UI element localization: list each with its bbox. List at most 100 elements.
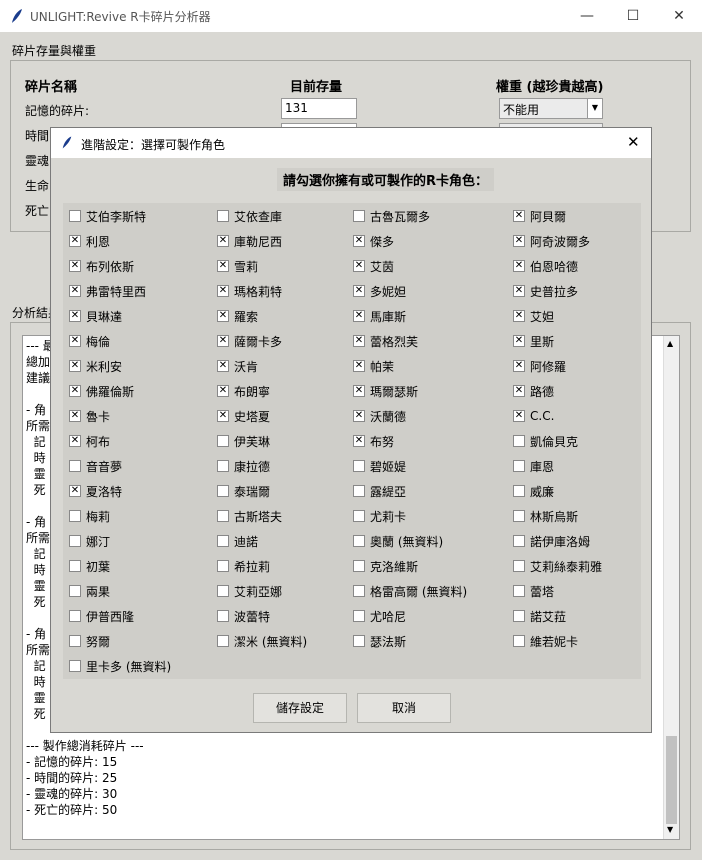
character-checkbox[interactable]: ✕ 沃蘭德 [353,407,406,425]
character-checkbox[interactable]: 威廉 [513,482,554,500]
unchecked-box-icon[interactable] [353,585,365,597]
character-checkbox[interactable]: 碧姬媞 [353,457,406,475]
character-checkbox[interactable]: ✕ 庫勒尼西 [217,232,282,250]
character-checkbox[interactable]: ✕ 魯卡 [69,407,110,425]
character-checkbox[interactable]: ✕ 傑多 [353,232,394,250]
character-checkbox[interactable]: 兩果 [69,582,110,600]
cancel-button[interactable]: 取消 [357,693,451,723]
unchecked-box-icon[interactable] [217,535,229,547]
character-checkbox[interactable]: ✕ 阿奇波爾多 [513,232,590,250]
character-checkbox[interactable]: 潔米 (無資料) [217,632,307,650]
character-checkbox[interactable]: 格雷高爾 (無資料) [353,582,467,600]
unchecked-box-icon[interactable] [69,560,81,572]
checked-box-icon[interactable]: ✕ [353,285,365,297]
checked-box-icon[interactable]: ✕ [217,360,229,372]
character-checkbox[interactable]: 初葉 [69,557,110,575]
unchecked-box-icon[interactable] [217,610,229,622]
checked-box-icon[interactable]: ✕ [217,385,229,397]
unchecked-box-icon[interactable] [69,210,81,222]
unchecked-box-icon[interactable] [513,535,525,547]
unchecked-box-icon[interactable] [69,660,81,672]
checked-box-icon[interactable]: ✕ [69,485,81,497]
character-checkbox[interactable]: 努爾 [69,632,110,650]
unchecked-box-icon[interactable] [69,585,81,597]
character-checkbox[interactable]: ✕ 羅索 [217,307,258,325]
character-checkbox[interactable]: 伊芙琳 [217,432,270,450]
character-checkbox[interactable]: 泰瑞爾 [217,482,270,500]
checked-box-icon[interactable]: ✕ [513,260,525,272]
character-checkbox[interactable]: ✕ 薩爾卡多 [217,332,282,350]
character-checkbox[interactable]: 希拉莉 [217,557,270,575]
character-checkbox[interactable]: ✕ 布列依斯 [69,257,134,275]
character-checkbox[interactable]: ✕ 瑪格莉特 [217,282,282,300]
unchecked-box-icon[interactable] [217,435,229,447]
minimize-button[interactable]: — [564,0,610,32]
checked-box-icon[interactable]: ✕ [513,410,525,422]
checked-box-icon[interactable]: ✕ [513,360,525,372]
character-checkbox[interactable]: ✕ 史普拉多 [513,282,578,300]
checked-box-icon[interactable]: ✕ [69,285,81,297]
unchecked-box-icon[interactable] [353,635,365,647]
checked-box-icon[interactable]: ✕ [513,310,525,322]
character-checkbox[interactable]: 波蕾特 [217,607,270,625]
character-checkbox[interactable]: 維若妮卡 [513,632,578,650]
character-checkbox[interactable]: 艾伯李斯特 [69,207,146,225]
unchecked-box-icon[interactable] [69,535,81,547]
unchecked-box-icon[interactable] [353,510,365,522]
checked-box-icon[interactable]: ✕ [513,285,525,297]
checked-box-icon[interactable]: ✕ [69,310,81,322]
checked-box-icon[interactable]: ✕ [217,410,229,422]
character-checkbox[interactable]: 尤哈尼 [353,607,406,625]
character-checkbox[interactable]: 迪諾 [217,532,258,550]
character-checkbox[interactable]: 康拉德 [217,457,270,475]
character-checkbox[interactable]: 露緹亞 [353,482,406,500]
character-checkbox[interactable]: ✕ 馬庫斯 [353,307,406,325]
checked-box-icon[interactable]: ✕ [353,260,365,272]
checked-box-icon[interactable]: ✕ [217,285,229,297]
unchecked-box-icon[interactable] [353,460,365,472]
checked-box-icon[interactable]: ✕ [69,235,81,247]
character-checkbox[interactable]: ✕ 伯恩哈德 [513,257,578,275]
character-checkbox[interactable]: 艾莉絲泰莉雅 [513,557,602,575]
unchecked-box-icon[interactable] [69,460,81,472]
save-settings-button[interactable]: 儲存設定 [253,693,347,723]
character-checkbox[interactable]: ✕ 史塔夏 [217,407,270,425]
close-button[interactable]: ✕ [656,0,702,32]
unchecked-box-icon[interactable] [353,210,365,222]
character-checkbox[interactable]: 諾伊庫洛姆 [513,532,590,550]
character-checkbox[interactable]: ✕ 柯布 [69,432,110,450]
checked-box-icon[interactable]: ✕ [69,435,81,447]
unchecked-box-icon[interactable] [353,535,365,547]
character-checkbox[interactable]: ✕ 米利安 [69,357,122,375]
checked-box-icon[interactable]: ✕ [353,360,365,372]
memory-stock-input[interactable]: 131 [281,98,357,119]
character-checkbox[interactable]: ✕ 艾妲 [513,307,554,325]
scroll-up-icon[interactable]: ▲ [667,339,673,348]
unchecked-box-icon[interactable] [353,485,365,497]
character-checkbox[interactable]: 古魯瓦爾多 [353,207,430,225]
checked-box-icon[interactable]: ✕ [353,310,365,322]
unchecked-box-icon[interactable] [69,510,81,522]
character-checkbox[interactable]: ✕ 沃肯 [217,357,258,375]
character-checkbox[interactable]: 凱倫貝克 [513,432,578,450]
unchecked-box-icon[interactable] [353,610,365,622]
character-checkbox[interactable]: ✕ 蕾格烈芙 [353,332,418,350]
character-checkbox[interactable]: 音音夢 [69,457,122,475]
checked-box-icon[interactable]: ✕ [513,335,525,347]
unchecked-box-icon[interactable] [217,635,229,647]
checked-box-icon[interactable]: ✕ [217,335,229,347]
checked-box-icon[interactable]: ✕ [69,410,81,422]
character-checkbox[interactable]: ✕ 瑪爾瑟斯 [353,382,418,400]
character-checkbox[interactable]: 林斯烏斯 [513,507,578,525]
character-checkbox[interactable]: ✕ 利恩 [69,232,110,250]
unchecked-box-icon[interactable] [513,485,525,497]
character-checkbox[interactable]: ✕ 雪莉 [217,257,258,275]
scrollbar-thumb[interactable] [666,736,677,824]
character-checkbox[interactable]: ✕ 佛羅倫斯 [69,382,134,400]
unchecked-box-icon[interactable] [69,610,81,622]
maximize-button[interactable]: ☐ [610,0,656,32]
unchecked-box-icon[interactable] [513,435,525,447]
character-checkbox[interactable]: ✕ 布努 [353,432,394,450]
checked-box-icon[interactable]: ✕ [69,360,81,372]
checked-box-icon[interactable]: ✕ [353,385,365,397]
